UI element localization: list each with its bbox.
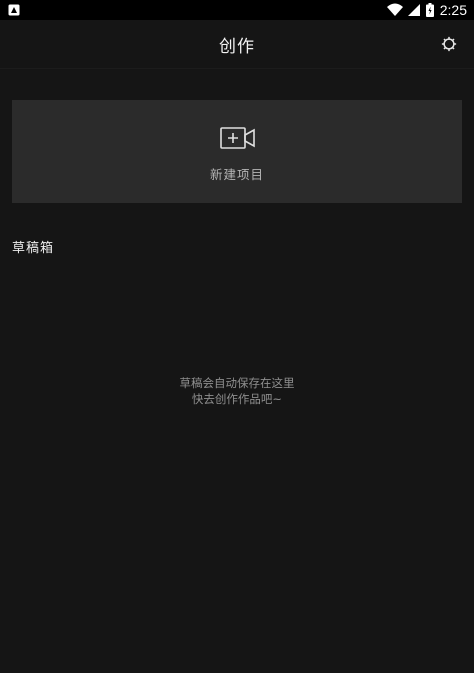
wifi-icon xyxy=(386,3,403,16)
drafts-title: 草稿箱 xyxy=(12,241,55,256)
gear-icon[interactable] xyxy=(440,35,458,53)
empty-message-line: 草稿会自动保存在这里 xyxy=(179,376,295,390)
status-time: 2:25 xyxy=(439,2,467,18)
page-title: 创作 xyxy=(219,37,255,57)
new-project-button[interactable]: 新建项目 xyxy=(12,100,462,203)
new-project-label: 新建项目 xyxy=(209,167,264,182)
drafts-empty-message: 草稿会自动保存在这里 快去创作作品吧~ xyxy=(0,375,474,407)
battery-icon xyxy=(425,3,434,17)
empty-message-line: 快去创作作品吧~ xyxy=(191,392,283,406)
signal-icon xyxy=(407,4,420,16)
status-bar: 2:25 xyxy=(0,0,474,20)
status-right: 2:25 xyxy=(386,0,474,20)
add-video-icon xyxy=(220,127,255,149)
app-bar: 创作 xyxy=(0,20,474,69)
notification-icon xyxy=(8,4,20,16)
